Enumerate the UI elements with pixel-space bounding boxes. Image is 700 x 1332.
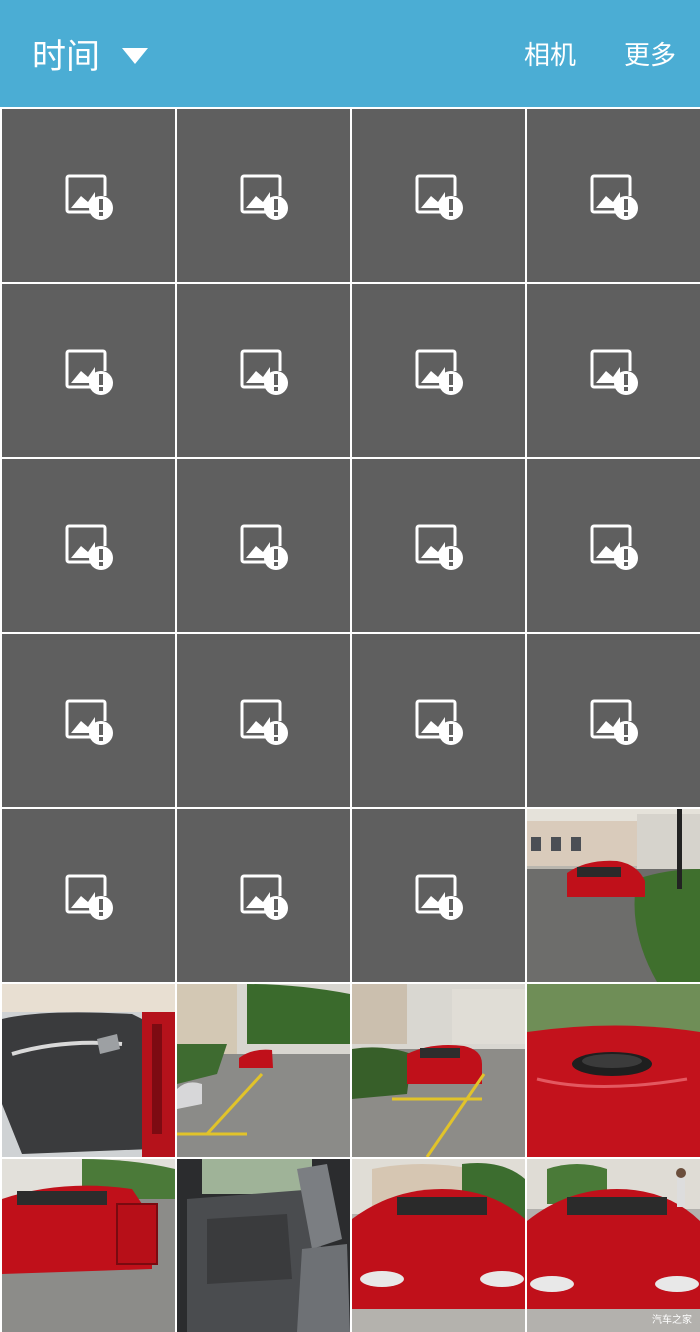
broken-image-icon bbox=[415, 524, 463, 570]
broken-thumbnail[interactable] bbox=[177, 459, 350, 632]
photo-red-car-front-person bbox=[527, 1159, 700, 1332]
photo-red-car-side bbox=[2, 1159, 175, 1332]
broken-thumbnail[interactable] bbox=[527, 109, 700, 282]
photo-thumbnail[interactable] bbox=[2, 1159, 175, 1332]
view-mode-dropdown[interactable]: 时间 bbox=[32, 29, 148, 78]
broken-thumbnail[interactable] bbox=[527, 634, 700, 807]
chevron-down-icon bbox=[122, 47, 148, 64]
photo-thumbnail[interactable] bbox=[352, 984, 525, 1157]
camera-button[interactable]: 相机 bbox=[524, 35, 576, 72]
top-app-bar: 时间 相机 更多 bbox=[0, 0, 700, 107]
broken-thumbnail[interactable] bbox=[527, 284, 700, 457]
photo-thumbnail[interactable]: 汽车之家 bbox=[527, 1159, 700, 1332]
photo-thumbnail[interactable] bbox=[2, 984, 175, 1157]
photo-red-car-front bbox=[352, 1159, 525, 1332]
photo-rear-seat-interior bbox=[177, 1159, 350, 1332]
photo-thumbnail[interactable] bbox=[527, 809, 700, 982]
broken-thumbnail[interactable] bbox=[2, 459, 175, 632]
broken-thumbnail[interactable] bbox=[352, 809, 525, 982]
photo-parking-lot-left bbox=[177, 984, 350, 1157]
broken-image-icon bbox=[240, 349, 288, 395]
broken-image-icon bbox=[415, 174, 463, 220]
broken-thumbnail[interactable] bbox=[2, 284, 175, 457]
broken-image-icon bbox=[65, 699, 113, 745]
photo-thumbnail[interactable] bbox=[352, 1159, 525, 1332]
broken-image-icon bbox=[240, 699, 288, 745]
broken-image-icon bbox=[415, 699, 463, 745]
broken-thumbnail[interactable] bbox=[352, 634, 525, 807]
photo-car-door-interior bbox=[2, 984, 175, 1157]
broken-image-icon bbox=[65, 524, 113, 570]
broken-thumbnail[interactable] bbox=[177, 109, 350, 282]
photo-thumbnail[interactable] bbox=[527, 984, 700, 1157]
broken-image-icon bbox=[590, 524, 638, 570]
photo-red-hood-logo bbox=[527, 984, 700, 1157]
broken-thumbnail[interactable] bbox=[177, 634, 350, 807]
broken-thumbnail[interactable] bbox=[2, 809, 175, 982]
photo-thumbnail[interactable] bbox=[177, 984, 350, 1157]
broken-thumbnail[interactable] bbox=[527, 459, 700, 632]
broken-thumbnail[interactable] bbox=[177, 809, 350, 982]
broken-image-icon bbox=[65, 349, 113, 395]
broken-thumbnail[interactable] bbox=[2, 109, 175, 282]
watermark: 汽车之家 bbox=[652, 1315, 692, 1326]
broken-thumbnail[interactable] bbox=[2, 634, 175, 807]
broken-image-icon bbox=[240, 524, 288, 570]
broken-thumbnail[interactable] bbox=[352, 109, 525, 282]
broken-image-icon bbox=[65, 174, 113, 220]
photo-thumbnail[interactable] bbox=[177, 1159, 350, 1332]
more-button[interactable]: 更多 bbox=[624, 35, 676, 72]
broken-image-icon bbox=[590, 699, 638, 745]
view-mode-label: 时间 bbox=[32, 37, 100, 77]
broken-image-icon bbox=[415, 349, 463, 395]
broken-thumbnail[interactable] bbox=[352, 284, 525, 457]
photo-parking-lot-right bbox=[352, 984, 525, 1157]
broken-image-icon bbox=[65, 874, 113, 920]
broken-thumbnail[interactable] bbox=[352, 459, 525, 632]
broken-image-icon bbox=[590, 174, 638, 220]
broken-image-icon bbox=[415, 874, 463, 920]
broken-image-icon bbox=[240, 174, 288, 220]
broken-image-icon bbox=[240, 874, 288, 920]
photo-car-by-building bbox=[527, 809, 700, 982]
broken-thumbnail[interactable] bbox=[177, 284, 350, 457]
broken-image-icon bbox=[590, 349, 638, 395]
photo-grid: 汽车之家 bbox=[0, 107, 700, 1332]
